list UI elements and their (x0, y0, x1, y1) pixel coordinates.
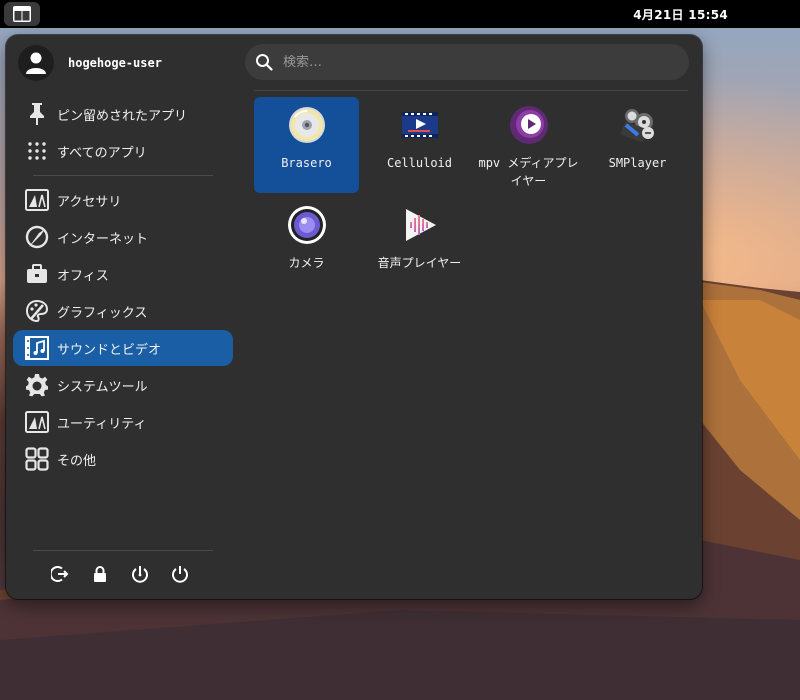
top-panel: 4月21日 15:54 (0, 0, 800, 28)
category-label: アクセサリ (57, 194, 122, 210)
app-brasero[interactable]: Brasero (254, 97, 359, 193)
accessories-icon (25, 188, 49, 212)
category-office[interactable]: オフィス (13, 256, 233, 292)
mpv-icon (509, 105, 549, 145)
smplayer-icon (618, 105, 658, 145)
app-label: Celluloid (386, 156, 453, 170)
divider (33, 550, 213, 551)
category-label: オフィス (57, 268, 109, 284)
sound-video-icon (25, 336, 49, 360)
category-label: すべてのアプリ (57, 145, 147, 161)
category-utilities[interactable]: ユーティリティ (13, 404, 233, 440)
clock[interactable]: 4月21日 15:54 (633, 6, 728, 23)
category-list: ピン留めされたアプリ すべてのアプリ アクセサリ インターネット オフィス グラ… (13, 96, 233, 478)
category-sound-video[interactable]: サウンドとビデオ (13, 330, 233, 366)
category-label: その他 (57, 453, 97, 469)
application-menu: hogehoge-user ピン留めされたアプリ すべてのアプリ (6, 35, 702, 599)
category-all-apps[interactable]: すべてのアプリ (13, 133, 233, 169)
pin-icon (25, 102, 49, 126)
category-label: インターネット (57, 231, 149, 247)
celluloid-icon (400, 105, 440, 145)
category-label: サウンドとビデオ (57, 342, 162, 358)
category-divider (33, 175, 213, 176)
app-label: SMPlayer (608, 156, 667, 170)
brasero-disc-icon (287, 105, 327, 145)
grid-dots-icon (25, 139, 49, 163)
app-label: Brasero (281, 156, 332, 170)
category-accessories[interactable]: アクセサリ (13, 182, 233, 218)
app-label: mpv メディアプレイヤー (478, 156, 579, 188)
app-label: 音声プレイヤー (377, 256, 462, 270)
audio-player-icon (400, 205, 440, 245)
category-graphics[interactable]: グラフィックス (13, 293, 233, 329)
camera-icon (287, 205, 327, 245)
gear-icon (25, 373, 49, 397)
category-label: ユーティリティ (57, 416, 147, 432)
category-pinned[interactable]: ピン留めされたアプリ (13, 96, 233, 132)
utilities-icon (25, 410, 49, 434)
avatar (18, 45, 54, 81)
internet-icon (25, 225, 49, 249)
restart-icon[interactable] (130, 563, 150, 585)
logout-icon[interactable] (50, 563, 70, 585)
lock-icon[interactable] (90, 563, 110, 585)
app-mpv[interactable]: mpv メディアプレイヤー (476, 97, 581, 193)
category-internet[interactable]: インターネット (13, 219, 233, 255)
search-input[interactable] (283, 54, 663, 70)
user-section[interactable]: hogehoge-user (18, 45, 162, 81)
app-smplayer[interactable]: SMPlayer (585, 97, 690, 193)
session-actions (50, 563, 190, 585)
power-icon[interactable] (170, 563, 190, 585)
graphics-palette-icon (25, 299, 49, 323)
menu-grid-icon (13, 6, 31, 22)
other-apps-icon (25, 447, 49, 471)
search-icon (256, 54, 273, 71)
app-celluloid[interactable]: Celluloid (367, 97, 472, 193)
app-menu-button[interactable] (4, 2, 40, 26)
category-other[interactable]: その他 (13, 441, 233, 477)
category-label: ピン留めされたアプリ (57, 108, 188, 124)
username: hogehoge-user (68, 56, 162, 70)
app-camera[interactable]: カメラ (254, 197, 359, 293)
office-briefcase-icon (25, 262, 49, 286)
category-label: グラフィックス (57, 305, 148, 321)
app-label: カメラ (288, 256, 325, 270)
category-label: システムツール (57, 379, 148, 395)
app-audio-player[interactable]: 音声プレイヤー (367, 197, 472, 293)
search-box[interactable] (245, 44, 689, 80)
category-system-tools[interactable]: システムツール (13, 367, 233, 403)
divider (254, 90, 688, 91)
user-icon (26, 52, 46, 74)
